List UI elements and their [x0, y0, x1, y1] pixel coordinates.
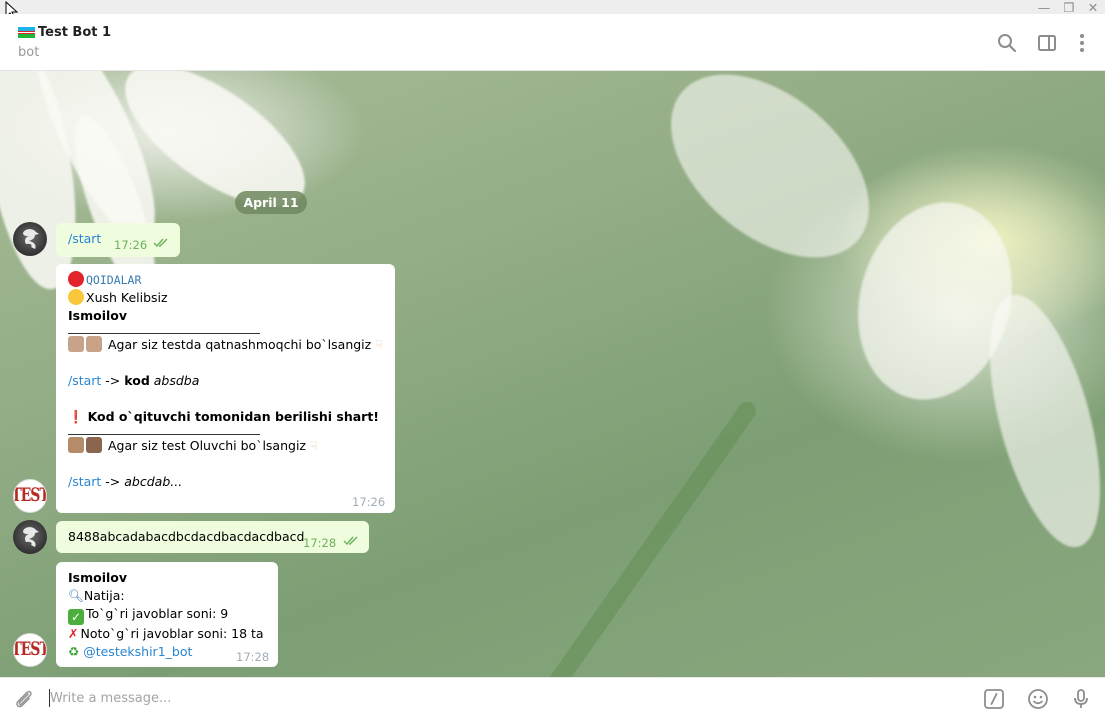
user-avatar[interactable]	[13, 222, 47, 256]
chat-title-text: Test Bot 1	[38, 25, 112, 40]
microphone-icon[interactable]	[1070, 688, 1092, 710]
exclamation-icon: ❗	[68, 409, 84, 424]
more-vertical-icon[interactable]	[1071, 32, 1093, 54]
uzbekistan-flag-icon	[18, 27, 35, 38]
user-name: Ismoilov	[68, 570, 128, 585]
wrong-suffix: ta	[247, 626, 264, 641]
kod-label: kod	[124, 373, 150, 388]
kod-example: absdba	[153, 373, 200, 388]
correct-answers-line: ✓ To`g`ri javoblar soni: 9	[68, 605, 266, 625]
correct-label: To`g`ri javoblar soni:	[86, 606, 221, 621]
user-avatar[interactable]	[13, 520, 47, 554]
bot-command-link[interactable]: /start	[68, 231, 101, 246]
bot-username-link[interactable]: @testekshir1_bot	[83, 644, 192, 659]
result-label: Natija:	[83, 588, 125, 603]
student-command-line: /start -> abcdab...	[68, 473, 383, 491]
message-composer	[0, 677, 1105, 718]
start-command-link[interactable]: /start	[68, 373, 101, 388]
message-input[interactable]	[50, 687, 950, 709]
message-bubble-incoming[interactable]: QOIDALAR Xush Kelibsiz Ismoilov Agar siz…	[56, 264, 395, 513]
correct-count: 9	[220, 606, 229, 621]
wallpaper-stem	[538, 398, 760, 677]
divider-line	[68, 434, 260, 435]
read-double-check-icon	[153, 238, 168, 248]
bot-avatar[interactable]: TEST	[13, 479, 47, 513]
student-icon	[86, 437, 102, 453]
wrong-answers-line: ✗ Noto`g`ri javoblar soni: 18 ta	[68, 625, 266, 643]
arrow-text: ->	[101, 373, 125, 388]
sidebar-toggle-icon[interactable]	[1036, 32, 1058, 54]
chat-header: Test Bot 1 bot	[0, 14, 1105, 71]
bot-commands-icon[interactable]	[983, 688, 1005, 710]
teacher-hint-text: Agar siz testda qatnashmoqchi bo`lsangiz	[107, 337, 372, 352]
user-avatar-icon	[23, 527, 39, 547]
message-text: 8488abcadabacdbcdacdbacdacdbacd	[68, 529, 305, 544]
rules-heading: QOIDALAR	[68, 271, 383, 289]
message-bubble-outgoing[interactable]: /start 17:26	[56, 223, 180, 257]
chat-history[interactable]: April 11 /start 17:26 QOIDALAR Xush Keli…	[0, 71, 1105, 677]
bot-avatar[interactable]: TEST	[13, 633, 47, 667]
wrong-label: Noto`g`ri javoblar soni:	[80, 626, 232, 641]
close-window-button[interactable]: ✕	[1083, 0, 1103, 15]
cross-mark-icon: ✗	[68, 626, 79, 641]
teacher-icon	[86, 336, 102, 352]
start-command-link[interactable]: /start	[68, 474, 101, 489]
window-titlebar: — ❐ ✕	[0, 0, 1105, 20]
teacher-command-line: /start -> kod absdba	[68, 372, 383, 390]
message-time: 17:26	[114, 238, 148, 252]
pointing-down-icon: ☟	[309, 438, 318, 453]
warning-text: Kod o`qituvchi tomonidan berilishi shart…	[87, 409, 379, 424]
message-time: 17:28	[303, 536, 337, 550]
arrow-text: ->	[101, 474, 125, 489]
read-double-check-icon	[343, 536, 358, 546]
result-line: 🔍︎Natija:	[68, 587, 266, 605]
message-time: 17:26	[352, 495, 386, 509]
bot-avatar-logo: TEST	[13, 639, 47, 661]
recycle-icon: ♻	[68, 644, 80, 659]
search-icon[interactable]	[996, 32, 1018, 54]
emoji-icon[interactable]	[1027, 688, 1049, 710]
student-hint-line: Agar siz test Oluvchi bo`lsangiz ☟	[68, 437, 383, 455]
greeting-line: Xush Kelibsiz	[68, 289, 383, 307]
restore-button[interactable]: ❐	[1059, 0, 1079, 15]
greeting-text: Xush Kelibsiz	[86, 290, 168, 305]
chat-title[interactable]: Test Bot 1	[18, 25, 111, 40]
bot-avatar-logo: TEST	[13, 485, 47, 507]
rules-heading-text: QOIDALAR	[86, 273, 142, 287]
paperclip-icon[interactable]	[13, 688, 35, 710]
wrong-count: 18	[231, 626, 248, 641]
message-bubble-outgoing[interactable]: 8488abcadabacdbcdacdbacdacdbacd 17:28	[56, 521, 369, 553]
user-name: Ismoilov	[68, 308, 128, 323]
student-icon	[68, 437, 84, 453]
student-hint-text: Agar siz test Oluvchi bo`lsangiz	[107, 438, 306, 453]
pointing-down-icon: ☟	[375, 337, 383, 352]
warning-line: ❗ Kod o`qituvchi tomonidan berilishi shar…	[68, 408, 383, 426]
magnifier-icon: 🔍︎	[68, 588, 84, 603]
teacher-hint-line: Agar siz testda qatnashmoqchi bo`lsangiz…	[68, 336, 383, 354]
message-bubble-incoming[interactable]: Ismoilov 🔍︎Natija: ✓ To`g`ri javoblar son…	[56, 562, 278, 667]
minimize-button[interactable]: —	[1034, 0, 1054, 15]
date-separator: April 11	[235, 191, 307, 214]
grinning-face-icon	[68, 289, 84, 305]
check-mark-icon: ✓	[68, 609, 84, 625]
chat-subtitle: bot	[18, 45, 40, 60]
stop-sign-icon	[68, 271, 84, 287]
teacher-icon	[68, 336, 84, 352]
user-avatar-icon	[23, 229, 39, 249]
divider-line	[68, 333, 260, 334]
message-time: 17:28	[236, 650, 270, 664]
wallpaper-petal	[636, 71, 904, 294]
answer-example: abcdab...	[124, 474, 183, 489]
